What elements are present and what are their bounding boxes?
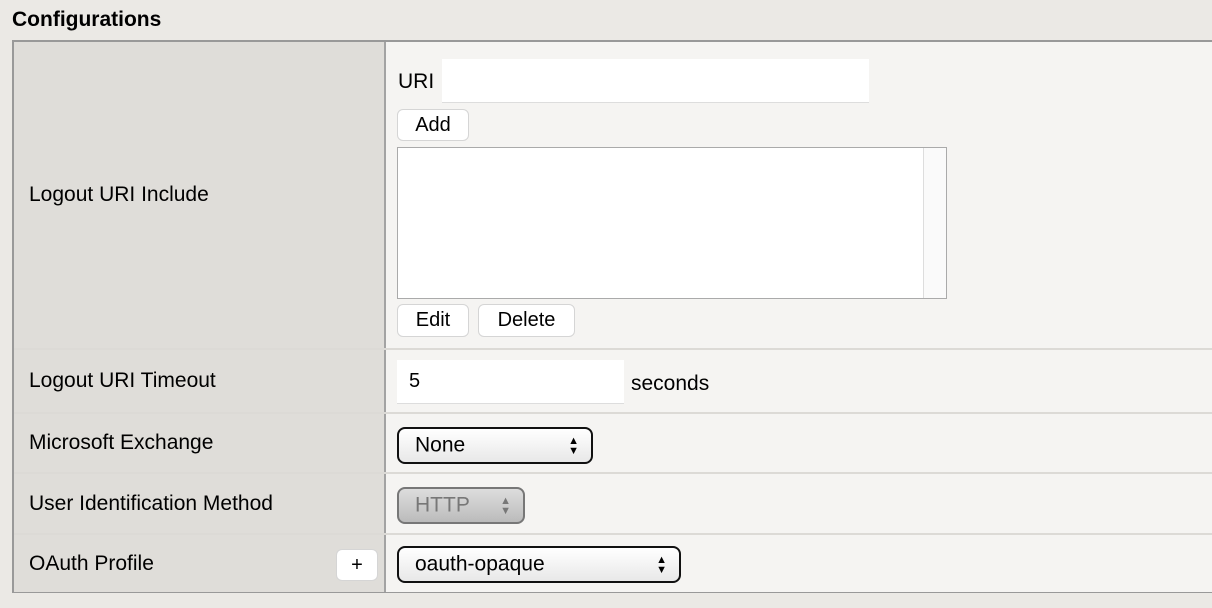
row-user-identification-method: User Identification Method HTTP ▲ ▼	[14, 474, 1212, 535]
up-down-arrows-icon: ▲ ▼	[568, 434, 579, 457]
oauth-profile-select[interactable]: oauth-opaque ▲ ▼	[397, 546, 681, 583]
selected-value: HTTP	[415, 493, 470, 517]
edit-button[interactable]: Edit	[397, 304, 469, 337]
delete-button[interactable]: Delete	[478, 304, 575, 337]
row-oauth-profile: OAuth Profile + oauth-opaque ▲ ▼	[14, 535, 1212, 592]
selected-value: None	[415, 433, 466, 457]
user-identification-select[interactable]: HTTP ▲ ▼	[397, 487, 525, 524]
label: Logout URI Timeout	[29, 369, 216, 392]
up-down-arrows-icon: ▲ ▼	[500, 494, 511, 517]
uri-list[interactable]	[397, 147, 947, 299]
microsoft-exchange-select[interactable]: None ▲ ▼	[397, 427, 593, 464]
row-logout-uri-include: Logout URI Include URI Add Edit Delete	[14, 42, 1212, 350]
section-title: Configurations	[12, 8, 162, 31]
label: Microsoft Exchange	[29, 431, 214, 454]
uri-input[interactable]	[442, 59, 869, 103]
row-microsoft-exchange: Microsoft Exchange None ▲ ▼	[14, 414, 1212, 474]
label: User Identification Method	[29, 491, 273, 515]
list-scrollbar[interactable]	[923, 148, 946, 298]
selected-value: oauth-opaque	[415, 552, 545, 576]
uri-label: URI	[398, 70, 435, 93]
label: Logout URI Include	[29, 183, 209, 206]
add-button[interactable]: Add	[397, 109, 469, 141]
row-logout-uri-timeout: Logout URI Timeout seconds	[14, 350, 1212, 414]
add-oauth-profile-button[interactable]: +	[336, 549, 378, 581]
label: OAuth Profile	[29, 551, 154, 575]
seconds-unit: seconds	[631, 372, 710, 395]
configurations-table: Logout URI Include URI Add Edit Delete L…	[12, 40, 1212, 593]
up-down-arrows-icon: ▲ ▼	[656, 553, 667, 576]
timeout-input[interactable]	[397, 360, 624, 404]
